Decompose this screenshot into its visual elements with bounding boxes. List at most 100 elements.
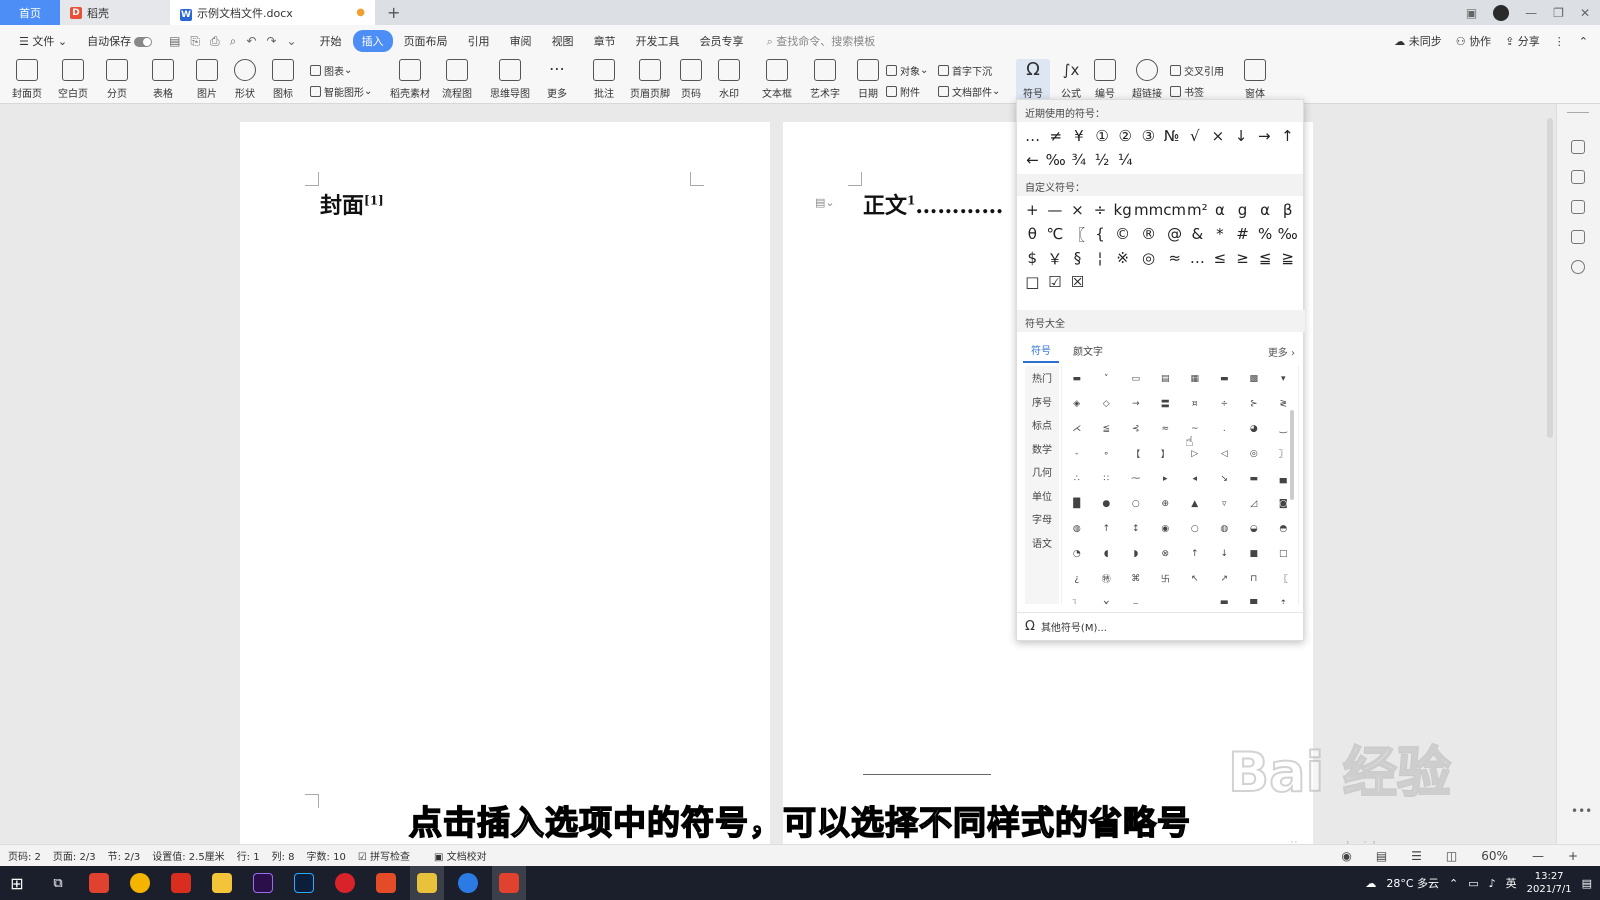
menu-devtools[interactable]: 开发工具: [627, 30, 689, 52]
symbol-cell[interactable]: ↑: [1276, 124, 1299, 148]
symbol-cell[interactable]: ●: [1092, 491, 1122, 516]
symbol-cell[interactable]: α: [1254, 198, 1277, 222]
symbol-cell[interactable]: ◎: [1134, 246, 1163, 270]
symbol-cell[interactable]: ¾: [1067, 148, 1090, 172]
symbol-cell[interactable]: ℃: [1044, 222, 1067, 246]
symbol-cell[interactable]: θ: [1021, 222, 1044, 246]
tab-kaomoji[interactable]: 颜文字: [1065, 339, 1111, 362]
taskbar-app-active[interactable]: [410, 866, 444, 900]
taskbar-premiere[interactable]: [246, 866, 280, 900]
symbol-cell[interactable]: ○: [1121, 491, 1151, 516]
symbol-cell[interactable]: ↑: [1180, 541, 1210, 566]
taskbar-app-a[interactable]: [451, 866, 485, 900]
share-button[interactable]: ⇪ 分享: [1505, 33, 1540, 49]
tab-daoke[interactable]: D 稻壳: [60, 0, 170, 25]
symbol-cell[interactable]: ⇡: [1269, 591, 1299, 605]
taskbar-netease-music[interactable]: [328, 866, 362, 900]
symbol-cell[interactable]: ↕: [1121, 516, 1151, 541]
symbol-cell[interactable]: ¤: [1180, 391, 1210, 416]
symbol-button[interactable]: Ω 符号: [1016, 59, 1050, 101]
minimize-icon[interactable]: —: [1525, 6, 1537, 20]
symbol-cell[interactable]: ⋌: [1062, 416, 1092, 441]
symbol-cell[interactable]: ≈: [1163, 246, 1186, 270]
menu-review[interactable]: 审阅: [501, 30, 541, 52]
symbol-cell[interactable]: ■: [1239, 541, 1269, 566]
redo-icon[interactable]: ↷: [266, 34, 276, 49]
symbol-cell[interactable]: ◂: [1180, 466, 1210, 491]
format-painter-icon[interactable]: ⎘: [190, 34, 200, 49]
symbol-cell[interactable]: @: [1163, 222, 1186, 246]
weather-icon[interactable]: ☁: [1365, 877, 1376, 890]
symbol-cell[interactable]: cm: [1163, 198, 1186, 222]
symbol-cell[interactable]: ≠: [1044, 124, 1067, 148]
watermark-button[interactable]: 水印: [718, 59, 740, 100]
blank-page-button[interactable]: 空白页: [58, 59, 88, 100]
style-icon[interactable]: [1571, 140, 1585, 154]
file-menu[interactable]: ☰ 文件 ⌄: [10, 30, 76, 52]
symbol-cell[interactable]: ½: [1090, 148, 1113, 172]
symbol-cell[interactable]: ↖: [1180, 566, 1210, 591]
symbol-cell[interactable]: §: [1066, 246, 1089, 270]
symbol-cell[interactable]: ↓: [1210, 541, 1240, 566]
preview-icon[interactable]: ⌕: [230, 34, 237, 49]
symbol-category[interactable]: 语文: [1025, 531, 1059, 555]
help-icon[interactable]: [1571, 260, 1585, 274]
symbol-cell[interactable]: {: [1089, 222, 1112, 246]
tray-chevron-icon[interactable]: ⌃: [1449, 877, 1458, 890]
symbol-cell[interactable]: …: [1021, 124, 1044, 148]
other-symbols-button[interactable]: Ω 其他符号(M)...: [1017, 612, 1305, 640]
eye-icon[interactable]: ◉: [1341, 849, 1351, 863]
symbol-cell[interactable]: 〗: [1062, 591, 1092, 604]
symbol-cell[interactable]: ¥: [1067, 124, 1090, 148]
taskbar-app-office[interactable]: [369, 866, 403, 900]
symbol-cell[interactable]: α: [1209, 198, 1232, 222]
docpart-button[interactable]: 文档部件 ⌄: [938, 84, 1000, 99]
symbol-cell[interactable]: ®: [1134, 222, 1163, 246]
symbol-cell[interactable]: ◕: [1239, 416, 1269, 441]
tab-home[interactable]: 首页: [0, 0, 60, 25]
symbol-cell[interactable]: ◖: [1092, 541, 1122, 566]
menu-insert[interactable]: 插入: [352, 30, 393, 52]
symbol-cell[interactable]: kg: [1111, 198, 1134, 222]
symbol-cell[interactable]: ◍: [1062, 516, 1092, 541]
wordart-button[interactable]: 艺术字: [810, 59, 840, 100]
dropcap-button[interactable]: 首字下沉: [938, 63, 992, 78]
symbol-cell[interactable]: ▭: [1121, 366, 1151, 391]
symbol-category[interactable]: 标点: [1025, 413, 1059, 437]
settings-sliders-icon[interactable]: [1571, 230, 1585, 244]
status-words[interactable]: 字数: 10: [307, 848, 346, 863]
symbol-cell[interactable]: ×: [1066, 198, 1089, 222]
network-icon[interactable]: ▭: [1468, 877, 1478, 890]
spell-check-button[interactable]: ☑ 拼写检查: [358, 848, 422, 863]
more-vert-icon[interactable]: ⋮: [1554, 35, 1565, 48]
symbol-cell[interactable]: ☒: [1066, 270, 1089, 294]
zoom-level[interactable]: 60%: [1481, 849, 1508, 863]
symbol-cell[interactable]: ◗: [1121, 541, 1151, 566]
symbol-cell[interactable]: *: [1209, 222, 1232, 246]
shape-button[interactable]: 形状: [234, 59, 256, 100]
symbol-cell[interactable]: 【: [1121, 441, 1151, 466]
menu-section[interactable]: 章节: [585, 30, 625, 52]
symbol-cell[interactable]: ①: [1090, 124, 1113, 148]
symbol-cell[interactable]: ○: [1180, 516, 1210, 541]
symbol-cell[interactable]: ⊰: [1121, 416, 1151, 441]
system-clock[interactable]: 13:27 2021/7/1: [1527, 870, 1572, 896]
symbol-category[interactable]: 几何: [1025, 460, 1059, 484]
status-setting[interactable]: 设置值: 2.5厘米: [152, 848, 224, 863]
mindmap-button[interactable]: 思维导图: [490, 59, 530, 100]
page2-heading[interactable]: 正文1…………: [863, 188, 1003, 220]
symbol-cell[interactable]: □: [1269, 541, 1299, 566]
new-tab-button[interactable]: +: [375, 0, 412, 25]
symbol-cell[interactable]: ↘: [1210, 466, 1240, 491]
symbol-cell[interactable]: ∘: [1092, 441, 1122, 466]
symbol-cell[interactable]: №: [1160, 124, 1183, 148]
symbol-cell[interactable]: ⌘: [1121, 566, 1151, 591]
symbol-cell[interactable]: ※: [1111, 246, 1134, 270]
taskbar-wps[interactable]: [164, 866, 198, 900]
input-lang[interactable]: 英: [1506, 875, 1517, 891]
crossref-button[interactable]: 交叉引用: [1170, 63, 1224, 78]
more-symbols-link[interactable]: 更多 ›: [1268, 344, 1295, 359]
symbol-cell[interactable]: ◇: [1092, 391, 1122, 416]
symbol-cell[interactable]: ⌣: [1121, 591, 1151, 605]
symbol-cell[interactable]: .: [1210, 416, 1240, 441]
